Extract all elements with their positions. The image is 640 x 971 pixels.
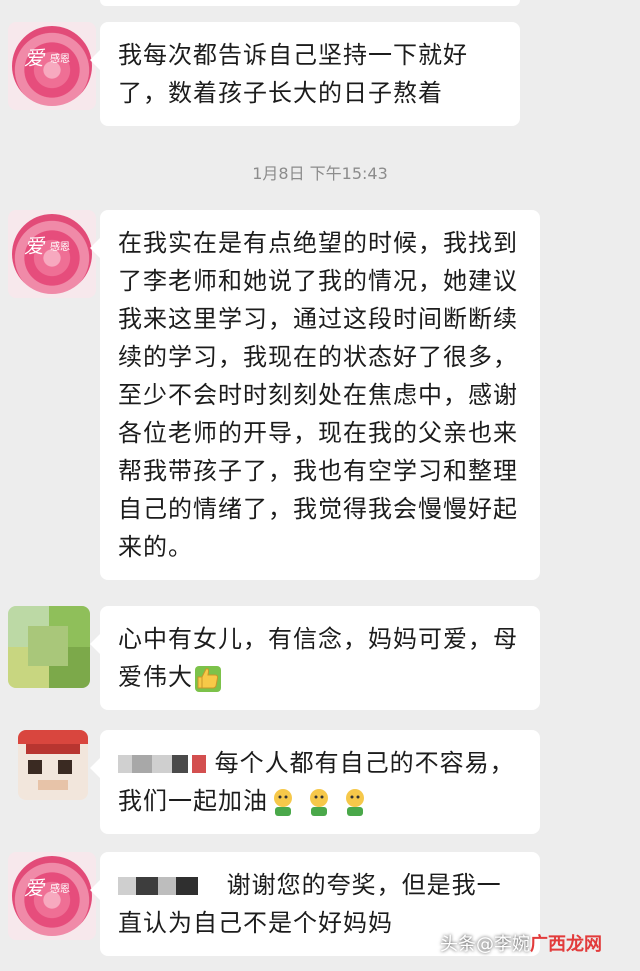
avatar-glyph: 爱 [24,46,44,70]
timestamp: 1月8日 下午15:43 [252,164,388,183]
avatar-glyph-sub: 感恩 [50,884,70,895]
previous-bubble-edge [100,0,520,6]
message-bubble[interactable]: 每个人都有自己的不容易，我们一起加油 [90,730,540,834]
mention-redacted [118,871,227,899]
message-text: 在我实在是有点绝望的时候，我找到了李老师和她说了我的情况，她建议我来这里学习，通… [118,229,518,561]
message-bubble[interactable]: 在我实在是有点绝望的时候，我找到了李老师和她说了我的情况，她建议我来这里学习，通… [90,210,540,580]
thumbs-up-icon [195,666,221,692]
avatar-flower[interactable]: 爱 感恩 [8,210,96,298]
avatar-glyph-sub: 感恩 [50,54,70,65]
avatar-glyph: 爱 [24,876,44,900]
avatar-glyph: 爱 [24,234,44,258]
watermark-prefix: 头条 [440,934,476,955]
message-text: 心中有女儿，有信念，妈妈可爱，母爱伟大 [118,625,518,691]
avatar-pixelated[interactable] [8,606,90,688]
avatar-flower[interactable]: 爱 感恩 [8,22,96,110]
watermark-brand: 广西龙网 [530,934,602,955]
avatar-glyph-sub: 感恩 [50,242,70,253]
message-bubble[interactable]: 我每次都告诉自己坚持一下就好了，数着孩子长大的日子熬着 [90,22,520,126]
message-text: 我每次都告诉自己坚持一下就好了，数着孩子长大的日子熬着 [118,41,468,107]
message-bubble[interactable]: 心中有女儿，有信念，妈妈可爱，母爱伟大 [90,606,540,710]
smiley-icon [346,789,364,816]
smiley-icon [274,789,292,816]
mention-redacted [118,749,215,777]
avatar-flower[interactable]: 爱 感恩 [8,852,96,940]
watermark-middle: @李婉 [476,934,530,955]
avatar-pixelated[interactable] [18,730,88,800]
emoji-group [268,787,376,816]
smiley-icon [310,789,328,816]
watermark: 头条@李婉广西龙网 [440,930,602,956]
